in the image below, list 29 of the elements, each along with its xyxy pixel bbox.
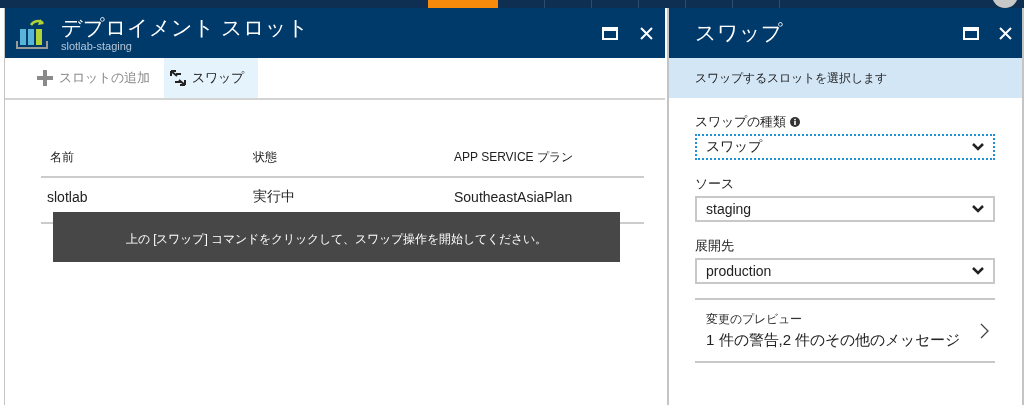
field-label: ソース <box>695 175 734 193</box>
deployment-slots-icon <box>15 17 49 49</box>
chevron-right-icon <box>980 322 989 339</box>
swap-button[interactable]: スワップ <box>164 58 258 98</box>
blade-title: スワップ <box>695 20 784 46</box>
dropdown[interactable]: staging <box>695 196 995 222</box>
field-label: 展開先 <box>695 237 734 255</box>
preview-changes-item[interactable]: 変更のプレビュー 1 件の警告,2 件のその他のメッセージ <box>695 298 995 363</box>
info-icon[interactable] <box>790 117 800 127</box>
column-header: 名前 <box>41 138 253 177</box>
blade-title: デプロイメント スロット <box>61 14 310 40</box>
chevron-down-icon <box>972 143 984 151</box>
close-icon[interactable] <box>999 26 1012 40</box>
portal-tab[interactable] <box>428 0 498 8</box>
swap-arrows-icon <box>170 70 186 86</box>
column-header: 状態 <box>253 138 454 177</box>
plus-icon <box>37 70 53 86</box>
field-label: スワップの種類 <box>695 113 786 131</box>
dropdown[interactable]: スワップ <box>695 134 995 160</box>
info-banner: スワップするスロットを選択します <box>669 58 1022 98</box>
tooltip: 上の [スワップ] コマンドをクリックして、スワップ操作を開始してください。 <box>53 212 620 262</box>
dropdown[interactable]: production <box>695 258 995 284</box>
column-header: APP SERVICE プラン <box>454 138 644 177</box>
blade-subtitle: slotlab-staging <box>61 39 133 52</box>
maximize-icon[interactable] <box>602 26 618 40</box>
maximize-icon[interactable] <box>963 26 979 40</box>
chevron-down-icon <box>972 205 984 213</box>
chevron-down-icon <box>972 267 984 275</box>
close-icon[interactable] <box>640 26 653 40</box>
